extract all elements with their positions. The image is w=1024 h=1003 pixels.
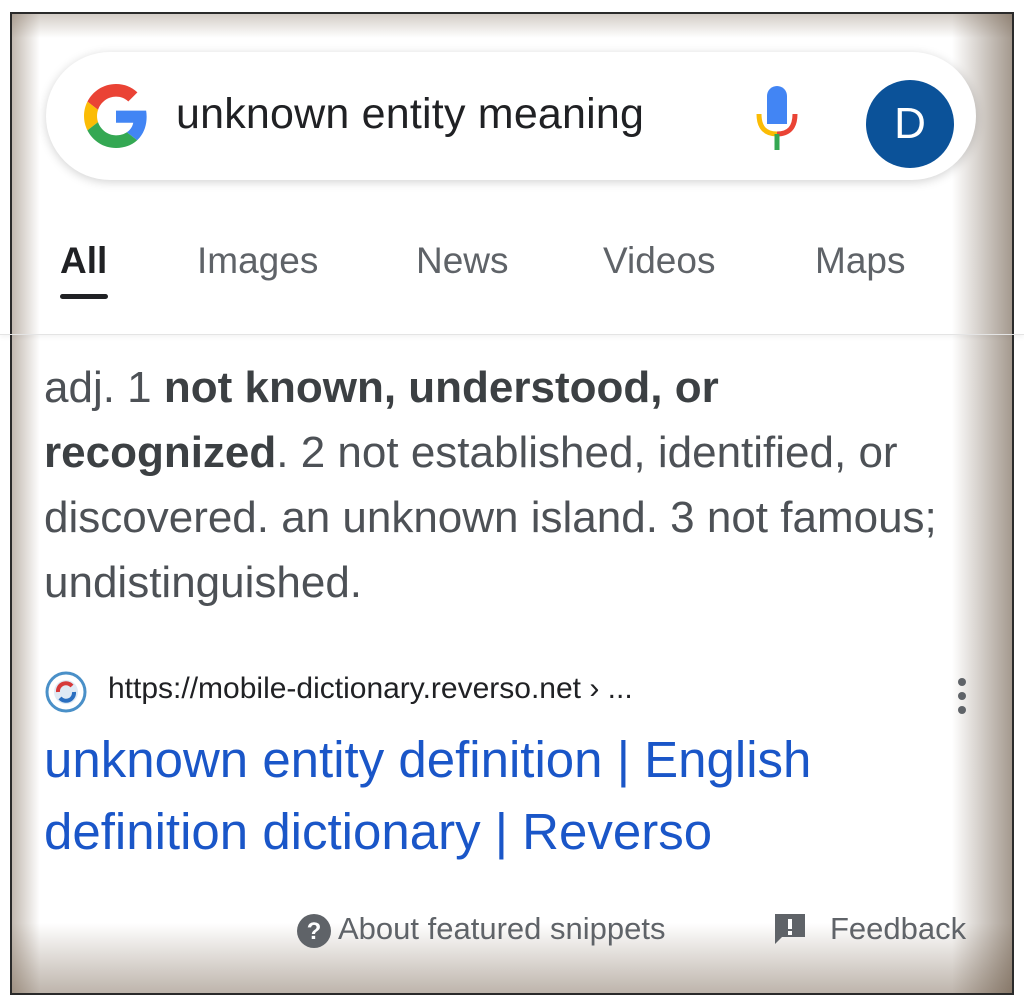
reverso-favicon-icon [45, 671, 87, 713]
search-tabs: All Images News Videos Maps [0, 225, 1024, 335]
search-bar[interactable]: unknown entity meaning D [46, 52, 976, 180]
feedback-icon[interactable] [772, 911, 808, 947]
vignette-top [12, 12, 1012, 38]
featured-snippet-definition: adj. 1 not known, understood, or recogni… [44, 355, 974, 615]
definition-text-1: adj. 1 [44, 363, 164, 412]
help-circle-icon[interactable]: ? [296, 913, 332, 949]
vignette-left [12, 12, 40, 993]
tab-images[interactable]: Images [197, 240, 318, 282]
avatar[interactable]: D [866, 80, 954, 168]
result-source[interactable]: https://mobile-dictionary.reverso.net › … [44, 668, 984, 718]
google-g-icon[interactable] [84, 84, 148, 148]
result-title-link[interactable]: unknown entity definition | English defi… [44, 724, 964, 868]
microphone-icon[interactable] [752, 82, 802, 154]
tab-videos[interactable]: Videos [603, 240, 715, 282]
about-featured-snippets-link[interactable]: About featured snippets [338, 911, 665, 947]
more-vert-icon[interactable] [952, 676, 972, 716]
tab-news[interactable]: News [416, 240, 509, 282]
feedback-link[interactable]: Feedback [830, 911, 966, 947]
result-url[interactable]: https://mobile-dictionary.reverso.net › … [108, 672, 633, 706]
snippet-footer: ? About featured snippets Feedback [0, 905, 1024, 965]
svg-text:?: ? [307, 918, 322, 945]
search-input[interactable]: unknown entity meaning [176, 90, 644, 139]
tab-active-indicator [60, 294, 108, 299]
tab-maps[interactable]: Maps [815, 240, 905, 282]
tab-all[interactable]: All [60, 240, 107, 282]
